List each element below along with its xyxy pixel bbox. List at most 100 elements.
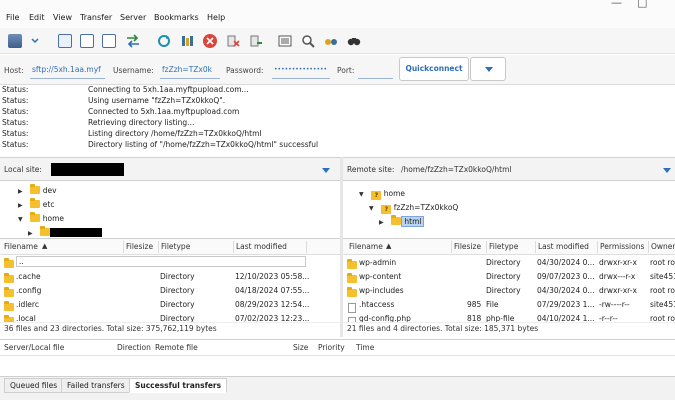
toggle-remote-tree-icon[interactable] bbox=[102, 34, 116, 48]
column-priority[interactable]: Priority bbox=[318, 343, 345, 352]
file-row[interactable]: .htaccess 985 File 07/29/2023 1... -rw--… bbox=[343, 297, 675, 313]
column-remote-file[interactable]: Remote file bbox=[155, 343, 198, 352]
column-filetype[interactable]: Filetype bbox=[489, 242, 518, 251]
site-dropdown-icon[interactable] bbox=[30, 34, 40, 48]
transfer-queue[interactable]: Server/Local file Direction Remote file … bbox=[0, 339, 675, 376]
maximize-icon[interactable]: □ bbox=[637, 0, 647, 9]
tree-node[interactable]: ▼ ? home bbox=[359, 189, 405, 201]
folder-icon bbox=[4, 301, 14, 311]
local-path-redacted[interactable] bbox=[51, 163, 124, 176]
local-file-header: Filename ▲ Filesize Filetype Last modifi… bbox=[0, 239, 340, 255]
menu-edit[interactable]: Edit bbox=[29, 13, 45, 22]
tree-node[interactable]: ▶ etc bbox=[18, 198, 54, 212]
quickconnect-bar: Host: Username: Password: Port: bbox=[0, 55, 675, 85]
tab-successful-transfers[interactable]: Successful transfers bbox=[129, 378, 228, 393]
column-last-modified[interactable]: Last modified bbox=[236, 242, 287, 251]
port-label: Port: bbox=[337, 66, 355, 75]
tree-node-selected[interactable]: ▶ html bbox=[379, 215, 425, 229]
tab-queued-files[interactable]: Queued files bbox=[4, 378, 64, 393]
folder-icon bbox=[30, 212, 41, 222]
column-server-local-file[interactable]: Server/Local file bbox=[4, 343, 64, 352]
sort-asc-icon[interactable]: ▲ bbox=[42, 242, 47, 250]
menu-help[interactable]: Help bbox=[207, 13, 225, 22]
remote-site-bar: Remote site: /home/fzZzh=TZx0kkoQ/html bbox=[343, 157, 675, 181]
refresh-icon[interactable] bbox=[157, 34, 171, 48]
port-input[interactable] bbox=[358, 61, 393, 79]
column-owner[interactable]: Owner bbox=[651, 242, 675, 251]
tree-node[interactable]: ▼ home bbox=[18, 212, 64, 226]
folder-icon bbox=[347, 273, 357, 283]
username-label: Username: bbox=[113, 66, 154, 75]
sync-browse-icon[interactable] bbox=[324, 34, 338, 48]
quickconnect-button[interactable]: Quickconnect bbox=[399, 57, 469, 81]
tree-node[interactable]: ▶ bbox=[28, 226, 51, 237]
cancel-icon[interactable] bbox=[203, 34, 217, 48]
local-file-list[interactable]: Filename ▲ Filesize Filetype Last modifi… bbox=[0, 238, 340, 335]
local-site-label: Local site: bbox=[4, 165, 42, 174]
password-label: Password: bbox=[226, 66, 264, 75]
remote-path[interactable]: /home/fzZzh=TZx0kkoQ/html bbox=[401, 165, 511, 174]
folder-icon bbox=[4, 258, 14, 268]
file-row[interactable]: .idlerc Directory 08/29/2023 12:54... bbox=[0, 297, 340, 311]
tab-failed-transfers[interactable]: Failed transfers bbox=[61, 378, 131, 393]
column-time[interactable]: Time bbox=[356, 343, 374, 352]
local-tree[interactable]: ▶ dev ▶ etc ▼ home ▶ bbox=[0, 182, 340, 237]
tree-node[interactable]: ▼ ? fzZzh=TZx0kkoQ bbox=[369, 203, 458, 215]
expand-icon[interactable]: ▶ bbox=[18, 202, 28, 209]
file-row[interactable]: .cache Directory 12/10/2023 05:58... bbox=[0, 269, 340, 283]
username-input[interactable] bbox=[160, 61, 220, 79]
expand-icon[interactable]: ▶ bbox=[18, 188, 28, 195]
host-label: Host: bbox=[4, 66, 24, 75]
toggle-log-icon[interactable] bbox=[58, 34, 72, 48]
collapse-icon[interactable]: ▼ bbox=[18, 216, 28, 223]
disconnect-icon[interactable] bbox=[226, 34, 240, 48]
folder-icon bbox=[347, 287, 357, 297]
column-direction[interactable]: Direction bbox=[117, 343, 151, 352]
menu-transfer[interactable]: Transfer bbox=[80, 13, 112, 22]
host-input[interactable] bbox=[30, 61, 105, 79]
process-queue-icon[interactable] bbox=[180, 34, 194, 48]
remote-path-dropdown-icon[interactable] bbox=[663, 168, 671, 173]
local-path-dropdown-icon[interactable] bbox=[322, 168, 330, 173]
column-permissions[interactable]: Permissions bbox=[600, 242, 644, 251]
collapse-icon[interactable]: ▼ bbox=[359, 191, 369, 198]
file-row[interactable]: wp-content Directory 09/07/2023 0... drw… bbox=[343, 269, 675, 283]
compare-icon[interactable] bbox=[301, 34, 315, 48]
tree-node[interactable]: ▶ dev bbox=[18, 184, 57, 198]
toggle-queue-icon[interactable] bbox=[126, 34, 140, 48]
local-site-bar: Local site: bbox=[0, 157, 340, 181]
column-filename[interactable]: Filename bbox=[4, 242, 38, 251]
menu-server[interactable]: Server bbox=[120, 13, 146, 22]
column-filesize[interactable]: Filesize bbox=[454, 242, 481, 251]
search-icon[interactable] bbox=[347, 34, 361, 48]
file-row[interactable]: wp-includes Directory 04/30/2024 0... dr… bbox=[343, 283, 675, 297]
column-size[interactable]: Size bbox=[293, 343, 308, 352]
site-manager-icon[interactable] bbox=[8, 34, 22, 48]
sort-asc-icon[interactable]: ▲ bbox=[386, 242, 391, 250]
menu-file[interactable]: File bbox=[6, 13, 19, 22]
file-row[interactable]: .. bbox=[0, 255, 340, 269]
menu-bookmarks[interactable]: Bookmarks bbox=[154, 13, 199, 22]
column-filetype[interactable]: Filetype bbox=[161, 242, 190, 251]
menu-view[interactable]: View bbox=[53, 13, 72, 22]
folder-icon bbox=[40, 226, 51, 236]
remote-site-label: Remote site: bbox=[347, 165, 395, 174]
remote-tree[interactable]: ▼ ? home ▼ ? fzZzh=TZx0kkoQ ▶ html bbox=[343, 182, 675, 237]
reconnect-icon[interactable] bbox=[249, 34, 263, 48]
column-filesize[interactable]: Filesize bbox=[126, 242, 153, 251]
remote-file-list[interactable]: Filename ▲ Filesize Filetype Last modifi… bbox=[343, 238, 675, 335]
expand-icon[interactable]: ▶ bbox=[28, 230, 38, 237]
column-last-modified[interactable]: Last modified bbox=[538, 242, 589, 251]
file-row[interactable]: wp-admin Directory 04/30/2024 0... drwxr… bbox=[343, 255, 675, 269]
message-log[interactable]: Status: Connecting to 5xh.1aa.myftpupload… bbox=[0, 85, 675, 151]
password-input[interactable] bbox=[272, 61, 330, 79]
file-row[interactable]: .config Directory 04/18/2024 07:55... bbox=[0, 283, 340, 297]
toggle-local-tree-icon[interactable] bbox=[80, 34, 94, 48]
filter-icon[interactable] bbox=[278, 34, 292, 48]
quickconnect-history-dropdown[interactable] bbox=[470, 57, 506, 81]
folder-icon bbox=[30, 198, 41, 208]
minimize-icon[interactable]: — bbox=[611, 0, 622, 9]
expand-icon[interactable]: ▶ bbox=[379, 219, 389, 226]
column-filename[interactable]: Filename bbox=[349, 242, 383, 251]
collapse-icon[interactable]: ▼ bbox=[369, 205, 379, 212]
